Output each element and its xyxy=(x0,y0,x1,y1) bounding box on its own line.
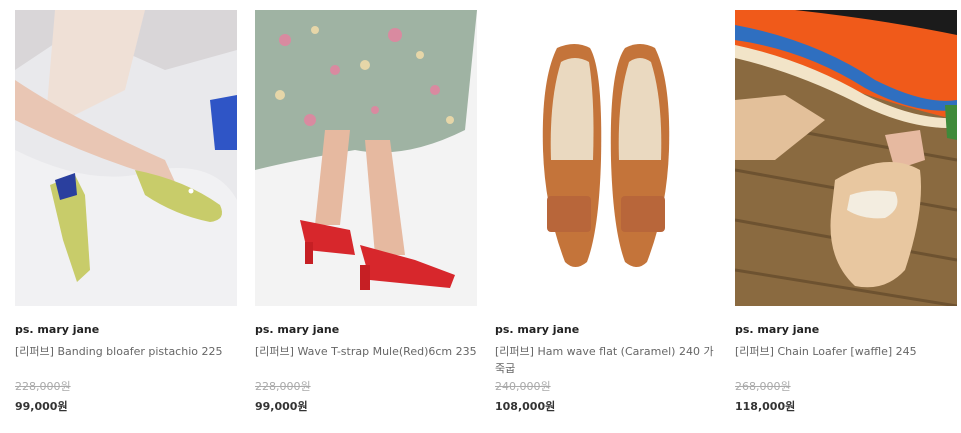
product-card[interactable]: ps. mary jane [리퍼브] Banding bloafer pist… xyxy=(15,10,237,414)
product-name[interactable]: [리퍼브] Chain Loafer [waffle] 245 xyxy=(735,343,957,377)
product-original-price: 228,000원 xyxy=(15,380,71,393)
product-grid: ps. mary jane [리퍼브] Banding bloafer pist… xyxy=(0,0,961,433)
product-brand: ps. mary jane xyxy=(735,323,820,336)
product-photo xyxy=(495,10,717,306)
product-photo xyxy=(255,10,477,306)
product-card[interactable]: ps. mary jane [리퍼브] Chain Loafer [waffle… xyxy=(735,10,957,414)
product-card[interactable]: ps. mary jane [리퍼브] Wave T-strap Mule(Re… xyxy=(255,10,477,414)
product-brand: ps. mary jane xyxy=(15,323,100,336)
product-photo xyxy=(15,10,237,306)
product-image-chain-loafer[interactable] xyxy=(735,10,957,306)
product-name[interactable]: [리퍼브] Wave T-strap Mule(Red)6cm 235 xyxy=(255,343,477,377)
product-name[interactable]: [리퍼브] Banding bloafer pistachio 225 xyxy=(15,343,237,377)
product-brand: ps. mary jane xyxy=(255,323,340,336)
product-image-caramel-flat[interactable] xyxy=(495,10,717,306)
product-sale-price: 118,000원 xyxy=(735,400,796,413)
product-original-price: 268,000원 xyxy=(735,380,791,393)
product-sale-price: 99,000원 xyxy=(255,400,308,413)
product-sale-price: 99,000원 xyxy=(15,400,68,413)
product-brand: ps. mary jane xyxy=(495,323,580,336)
product-original-price: 240,000원 xyxy=(495,380,551,393)
product-image-pistachio-loafer[interactable] xyxy=(15,10,237,306)
product-card[interactable]: ps. mary jane [리퍼브] Ham wave flat (Caram… xyxy=(495,10,717,414)
product-sale-price: 108,000원 xyxy=(495,400,556,413)
product-image-red-mule[interactable] xyxy=(255,10,477,306)
product-photo xyxy=(735,10,957,306)
product-name[interactable]: [리퍼브] Ham wave flat (Caramel) 240 가죽굽 xyxy=(495,343,717,377)
product-original-price: 228,000원 xyxy=(255,380,311,393)
